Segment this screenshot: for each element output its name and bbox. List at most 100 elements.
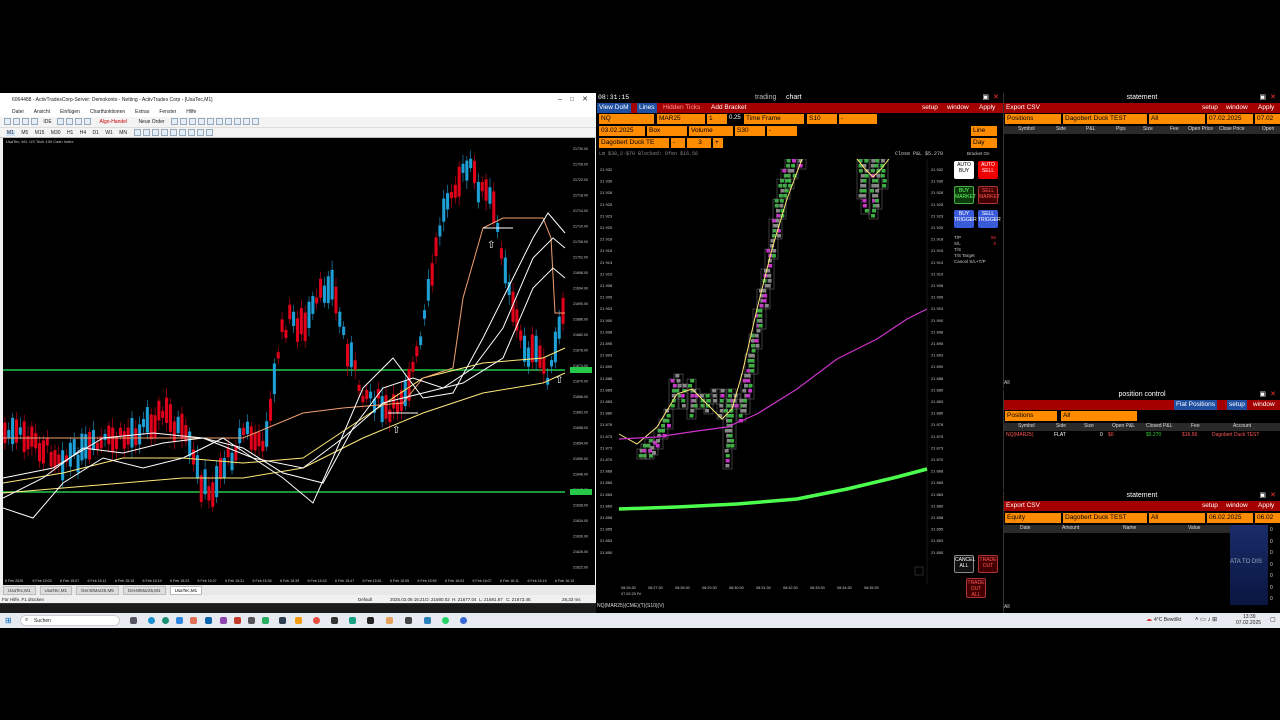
col-amount[interactable]: Amount: [1062, 525, 1079, 531]
app-icon[interactable]: [386, 617, 393, 624]
statement-1-setup[interactable]: setup: [1202, 103, 1218, 113]
maximize-icon[interactable]: □: [570, 93, 574, 107]
tf-h1[interactable]: H1: [67, 130, 73, 136]
autoscroll-icon[interactable]: [224, 118, 232, 125]
tf-m15[interactable]: M15: [35, 130, 45, 136]
close-icon[interactable]: ✕: [1270, 390, 1276, 400]
s10-select[interactable]: S10: [807, 114, 837, 124]
col-side[interactable]: Side: [1056, 126, 1066, 132]
contract-select[interactable]: MAR25: [657, 114, 705, 124]
dash-select-1[interactable]: -: [839, 114, 877, 124]
plus-button[interactable]: +: [713, 138, 723, 148]
trade-out-button[interactable]: TRADE OUT: [978, 555, 998, 573]
new-chart-icon[interactable]: [4, 118, 11, 125]
lock-icon[interactable]: ▣: [1259, 491, 1266, 501]
app-icon[interactable]: [248, 617, 255, 624]
vertical-line-icon[interactable]: [152, 129, 160, 136]
export-csv-button[interactable]: Export CSV: [1006, 103, 1040, 113]
statement-2-setup[interactable]: setup: [1202, 501, 1218, 511]
tt-candle-chart[interactable]: 21 932 21 932 21 930 21 930 21 928 21 928 21 9…: [597, 159, 952, 599]
add-bracket-button[interactable]: Add Bracket: [709, 103, 748, 113]
col-side[interactable]: Side: [1056, 423, 1066, 429]
taskbar-search[interactable]: ⌕ Suchen: [20, 615, 120, 626]
position-filter-select[interactable]: All: [1061, 411, 1137, 421]
menu-insert[interactable]: Einfügen: [60, 109, 80, 115]
statement-1-apply[interactable]: Apply: [1258, 103, 1274, 113]
app-icon[interactable]: [331, 617, 338, 624]
task-view-icon[interactable]: [130, 617, 137, 624]
col-pips[interactable]: Pips: [1116, 126, 1126, 132]
day-select[interactable]: Day: [971, 138, 997, 148]
app-icon[interactable]: [262, 617, 269, 624]
col-closed-pnl[interactable]: Closed P&L: [1146, 423, 1172, 429]
close-icon[interactable]: ✕: [582, 93, 588, 107]
close-icon[interactable]: ✕: [1270, 93, 1276, 103]
position-setup[interactable]: setup: [1227, 400, 1247, 410]
date-from[interactable]: 06.02.2025: [1207, 513, 1253, 523]
line-select[interactable]: Line: [971, 126, 997, 136]
col-name[interactable]: Name: [1123, 525, 1136, 531]
outlook-icon[interactable]: [205, 617, 212, 624]
dash-select-2[interactable]: -: [767, 126, 797, 136]
sell-market-button[interactable]: SELL MARKET: [978, 186, 1000, 204]
statement-2-apply[interactable]: Apply: [1258, 501, 1274, 511]
type-select[interactable]: Positions: [1005, 114, 1061, 124]
profiles-icon[interactable]: [13, 118, 20, 125]
lock-icon[interactable]: ▣: [1259, 390, 1266, 400]
col-value[interactable]: Value: [1188, 525, 1200, 531]
algo-trading-button[interactable]: Algo-Handel: [98, 119, 130, 125]
menu-file[interactable]: Datei: [12, 109, 24, 115]
s30-select[interactable]: S30: [735, 126, 765, 136]
minus-button[interactable]: -: [671, 138, 685, 148]
chart-candles-icon[interactable]: [179, 118, 187, 125]
type-select[interactable]: Equity: [1005, 513, 1061, 523]
chart-shift-icon[interactable]: [233, 118, 241, 125]
tf-m5[interactable]: M5: [21, 130, 28, 136]
sl-value[interactable]: 5: [993, 241, 996, 247]
whatsapp-icon[interactable]: [442, 617, 449, 624]
qty-field[interactable]: 1: [707, 114, 727, 124]
col-symbol[interactable]: Symbol: [1018, 423, 1035, 429]
crosshair-icon[interactable]: [143, 129, 151, 136]
sell-trigger-button[interactable]: SELL TRIGGER: [978, 210, 1001, 228]
app-icon[interactable]: [190, 617, 197, 624]
data-window-icon[interactable]: [57, 118, 65, 125]
col-fee[interactable]: Fee: [1191, 423, 1200, 429]
date-from[interactable]: 07.02.2025: [1207, 114, 1253, 124]
terminal-icon[interactable]: [75, 118, 83, 125]
chart-tab-4[interactable]: Ger40Mar25,M1: [122, 585, 166, 595]
chart-tab-1[interactable]: UsaTec,M1: [3, 585, 36, 595]
menu-window[interactable]: Fenster: [159, 109, 176, 115]
app-icon[interactable]: [405, 617, 412, 624]
lines-button[interactable]: Lines: [637, 103, 657, 113]
auto-buy-button[interactable]: AUTO BUY: [954, 161, 974, 179]
menu-view[interactable]: Ansicht: [34, 109, 50, 115]
windows-start-icon[interactable]: ⊞: [5, 616, 12, 625]
tf-d1[interactable]: D1: [93, 130, 99, 136]
date-to[interactable]: 07.02: [1255, 114, 1280, 124]
box-select[interactable]: Box: [647, 126, 687, 136]
cancel-all-button[interactable]: CANCEL ALL: [954, 555, 975, 573]
app-icon[interactable]: [424, 617, 431, 624]
filter-select[interactable]: All: [1149, 513, 1205, 523]
menu-tools[interactable]: Extras: [135, 109, 149, 115]
tt-setup[interactable]: setup: [922, 103, 938, 113]
tf-mn[interactable]: MN: [119, 130, 127, 136]
app-icon[interactable]: [367, 617, 374, 624]
chart-tab-2[interactable]: UsaTec,M1: [39, 585, 73, 595]
flat-positions-button[interactable]: Flat Positions: [1174, 400, 1218, 410]
col-size[interactable]: Size: [1084, 423, 1094, 429]
new-order-button[interactable]: Neue Order: [138, 119, 164, 125]
col-open-pnl[interactable]: Open P&L: [1112, 423, 1135, 429]
account-select[interactable]: Dagobert Duck TEST: [1063, 114, 1147, 124]
fibonacci-icon[interactable]: [188, 129, 196, 136]
notification-icon[interactable]: ▢: [1270, 616, 1276, 623]
hidden-ticks-button[interactable]: Hidden Ticks: [661, 103, 702, 113]
col-date[interactable]: Date: [1020, 525, 1031, 531]
cancel-sltp-label[interactable]: Cancel S/L+T/P: [954, 259, 1000, 265]
app-icon[interactable]: [220, 617, 227, 624]
app-icon[interactable]: [349, 617, 356, 624]
statement-2-window[interactable]: window: [1226, 501, 1248, 511]
navigator-icon[interactable]: [22, 118, 29, 125]
edge-icon[interactable]: [148, 617, 155, 624]
